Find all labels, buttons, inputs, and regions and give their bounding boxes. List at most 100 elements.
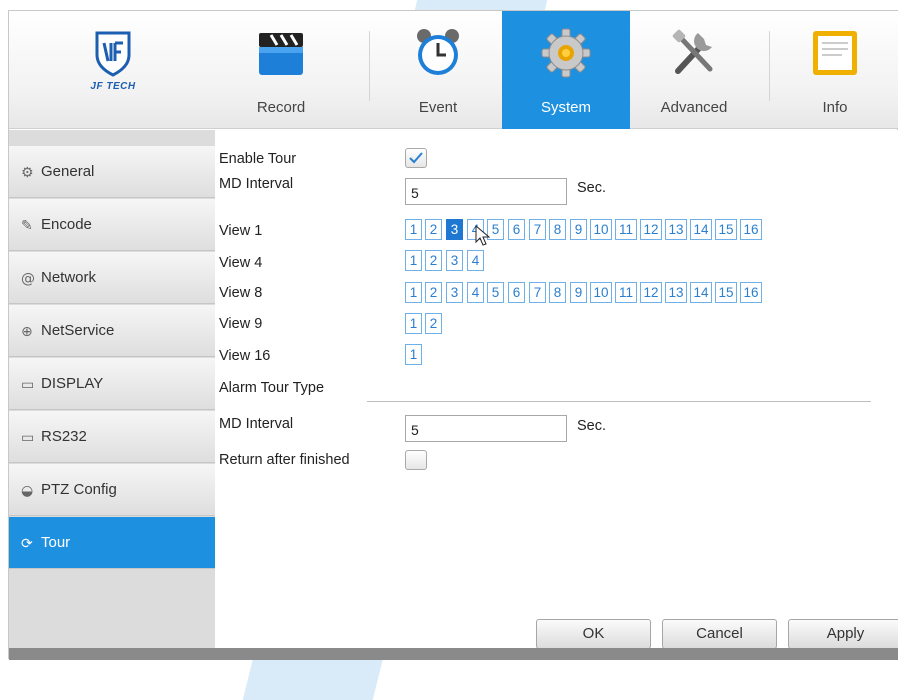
monitor-icon: ▭ [21,377,35,393]
channel-button[interactable]: 13 [665,219,687,240]
section-divider [367,401,871,402]
channel-button[interactable]: 7 [529,282,546,303]
view-4-label: View 4 [219,255,263,271]
tab-event-label: Event [418,99,458,116]
sidebar-item-label: NetService [41,322,115,339]
sidebar-item-label: DISPLAY [41,375,104,392]
return-after-finished-checkbox[interactable] [405,450,427,470]
channel-button[interactable]: 1 [405,282,422,303]
alarm-md-interval-input[interactable]: 5 [405,415,567,442]
channel-button[interactable]: 1 [405,219,422,240]
channel-button[interactable]: 1 [405,250,422,271]
return-after-finished-label: Return after finished [219,452,350,468]
tab-system[interactable]: System [502,11,630,129]
edit-icon: ✎ [21,218,33,234]
sidebar-item-label: Encode [41,216,92,233]
tab-divider [769,31,770,101]
ptz-icon: ◒ [21,483,34,499]
channel-button[interactable]: 6 [508,282,525,303]
channel-button[interactable]: 11 [615,219,637,240]
channel-button[interactable]: 15 [715,282,737,303]
sidebar-item-label: Network [41,269,97,286]
channel-button[interactable]: 1 [405,344,422,365]
sidebar-item-ptz-config[interactable]: ◒ PTZ Config [9,464,215,516]
apply-button[interactable]: Apply [788,619,898,649]
channel-button[interactable]: 5 [487,282,504,303]
sidebar-item-rs232[interactable]: ▭ RS232 [9,411,215,463]
tab-advanced[interactable]: Advanced [630,11,758,129]
channel-button[interactable]: 12 [640,219,662,240]
tab-advanced-label: Advanced [660,99,728,116]
channel-button[interactable]: 8 [549,219,566,240]
tools-icon [672,29,713,74]
alarm-md-interval-label: MD Interval [219,416,294,432]
channel-button[interactable]: 10 [590,282,612,303]
channel-button[interactable]: 7 [529,219,546,240]
channel-button[interactable]: 10 [590,219,612,240]
sidebar-item-tour[interactable]: ⟳ Tour [9,517,215,569]
channel-button[interactable]: 11 [615,282,637,303]
tab-info[interactable]: Info [771,11,898,129]
tab-record-label: Record [256,99,306,116]
channel-button[interactable]: 9 [570,282,587,303]
sidebar: ⚙ General ✎ Encode @ Network ⊕ NetServic… [9,130,215,648]
logo-shield-icon [95,31,131,77]
gear-icon [541,28,591,78]
status-bar [9,648,898,660]
tour-settings-panel: Enable Tour MD Interval 5 Sec. View 1 1 … [217,130,898,649]
channel-button[interactable]: 8 [549,282,566,303]
channel-button[interactable]: 15 [715,219,737,240]
channel-button[interactable]: 16 [740,219,762,240]
channel-button[interactable]: 6 [508,219,525,240]
channel-button[interactable]: 3 [446,250,463,271]
top-navigation: JF TECH Record Event System Advanced Inf… [9,11,898,129]
at-icon: @ [21,271,35,287]
channel-button[interactable]: 2 [425,282,442,303]
settings-window: JF TECH Record Event System Advanced Inf… [8,10,898,660]
md-interval-unit: Sec. [577,180,607,196]
view-16-label: View 16 [219,348,271,364]
brand-logo: JF TECH [9,11,217,129]
enable-tour-label: Enable Tour [219,151,297,167]
channel-button[interactable]: 16 [740,282,762,303]
logo-text: JF TECH [90,81,136,92]
channel-button[interactable]: 13 [665,282,687,303]
tab-event[interactable]: Event [374,11,502,129]
channel-button[interactable]: 3 [446,282,463,303]
alarm-clock-icon [417,29,459,75]
sidebar-item-netservice[interactable]: ⊕ NetService [9,305,215,357]
sidebar-item-encode[interactable]: ✎ Encode [9,199,215,251]
channel-button[interactable]: 2 [425,250,442,271]
cancel-button[interactable]: Cancel [662,619,777,649]
tab-system-label: System [540,99,591,116]
refresh-icon: ⟳ [21,536,33,552]
md-interval-label: MD Interval [219,176,294,192]
channel-button[interactable]: 2 [425,219,442,240]
channel-button[interactable]: 2 [425,313,442,334]
sidebar-item-network[interactable]: @ Network [9,252,215,304]
sidebar-item-display[interactable]: ▭ DISPLAY [9,358,215,410]
channel-button[interactable]: 4 [467,282,484,303]
ok-button[interactable]: OK [536,619,651,649]
alarm-tour-type-heading: Alarm Tour Type [219,380,325,396]
sidebar-item-general[interactable]: ⚙ General [9,146,215,198]
tab-record[interactable]: Record [217,11,345,129]
clapperboard-icon [259,33,303,75]
md-interval-input[interactable]: 5 [405,178,567,205]
alarm-md-interval-unit: Sec. [577,418,607,434]
channel-button[interactable]: 9 [570,219,587,240]
gear-icon: ⚙ [21,165,34,181]
channel-button[interactable]: 4 [467,250,484,271]
channel-button[interactable]: 1 [405,313,422,334]
channel-button[interactable]: 14 [690,282,712,303]
channel-button[interactable]: 12 [640,282,662,303]
channel-button[interactable]: 14 [690,219,712,240]
sidebar-item-label: PTZ Config [41,481,117,498]
info-board-icon [813,31,857,75]
channel-button-selected[interactable]: 3 [446,219,463,240]
view-1-label: View 1 [219,223,263,239]
globe-icon: ⊕ [21,324,33,340]
tab-info-label: Info [822,99,848,116]
serial-icon: ▭ [21,430,35,446]
enable-tour-checkbox[interactable] [405,148,427,168]
